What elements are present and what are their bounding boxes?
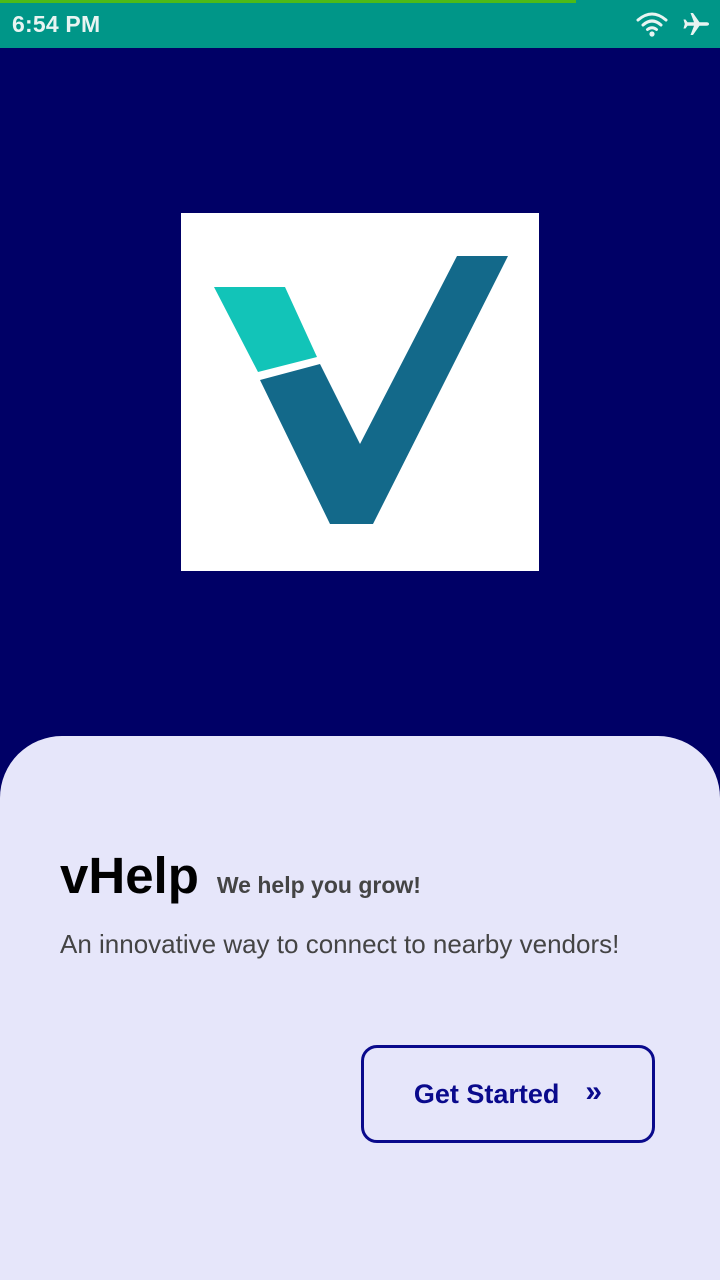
logo-blue-stroke: [260, 256, 508, 524]
app-title: vHelp: [60, 847, 199, 904]
double-chevron-right-icon: »: [585, 1075, 603, 1108]
app-description: An innovative way to connect to nearby v…: [60, 929, 620, 959]
status-time: 6:54 PM: [12, 11, 101, 37]
wifi-icon: [636, 11, 668, 37]
vhelp-logo: [181, 213, 539, 571]
bottom-sheet: vHelp We help you grow! An innovative wa…: [0, 736, 720, 1280]
status-bar: 6:54 PM: [0, 0, 720, 48]
get-started-label: Get Started: [413, 1078, 560, 1109]
splash-screen: 6:54 PM vHelp We help you grow! An innov…: [0, 0, 720, 1280]
tagline: We help you grow!: [216, 872, 421, 898]
title-row: vHelp We help you grow!: [60, 846, 421, 905]
get-started-button[interactable]: Get Started »: [361, 1045, 655, 1143]
loading-progress-bar: [0, 0, 576, 3]
airplane-mode-icon: [682, 10, 710, 38]
logo-teal-stroke: [214, 287, 317, 372]
status-icons: [636, 10, 710, 38]
